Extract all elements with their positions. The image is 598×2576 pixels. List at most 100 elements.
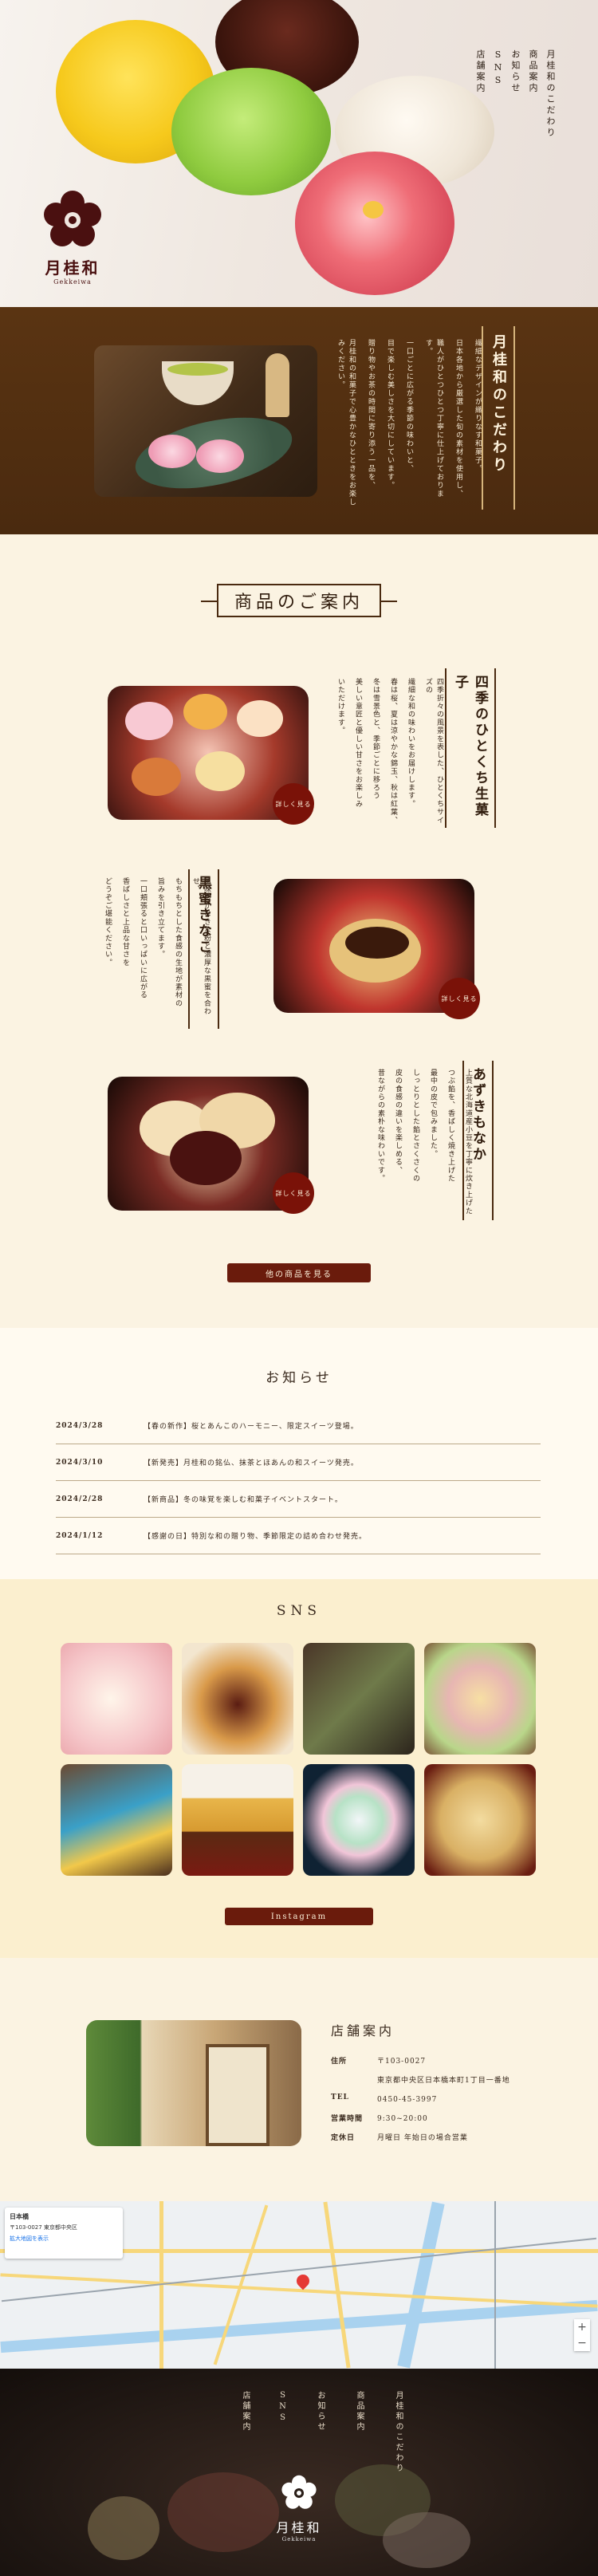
map-river [397,2201,445,2369]
store-value: 東京都中央区日本橋本町1丁目一番地 [377,2077,510,2085]
product-line: 風味豊かなきな粉と濃厚な黒蜜を合わせ、 [191,877,210,1016]
store-label [331,2074,377,2087]
news-item[interactable]: 2024/3/10 【新発売】月桂和の銘仏、抹茶とほあんの和スイーツ発売。 [56,1444,541,1481]
store-value: 月曜日 年始日の場合営業 [377,2134,468,2142]
hero-sweet-green [171,68,331,195]
footer-nav-sns[interactable]: SNS [278,2391,287,2474]
kodawari-line: 贈り物やお茶の時間に寄り添う一品を、 [367,339,375,490]
kodawari-text: 繊細なデザインが織りなす和菓子。 日本各地から厳選した旬の素材を使用し、 職人が… [335,339,483,506]
store-row: 住所 〒103-0027 [331,2055,510,2068]
kodawari-line: 月桂和の和菓子で心豊かなひとときをお楽しみください。 [336,339,356,506]
map-embed[interactable]: 日本橋 〒103-0027 東京都中央区 拡大地図を表示 + − [0,2201,598,2369]
nav-sns[interactable]: SNS [491,49,504,139]
store-row: 営業時間 9:30~20:00 [331,2113,510,2125]
sns-post[interactable] [303,1764,415,1876]
news-heading: お知らせ [266,1370,332,1386]
nav-products[interactable]: 商品案内 [526,49,539,139]
sns-post[interactable] [424,1764,536,1876]
products-heading: 商品のご案内 [201,584,397,617]
store-value: 9:30~20:00 [377,2115,428,2123]
map-card-title: 日本橋 [10,2213,29,2220]
all-products-button[interactable]: 他の商品を見る [227,1263,371,1282]
news-text: 【新発売】月桂和の銘仏、抹茶とほあんの和スイーツ発売。 [144,1459,359,1467]
sns-post[interactable] [61,1643,172,1755]
store-value: 0450-45-3997 [377,2096,438,2104]
kodawari-line: 職人がひとつひとつ丁寧に仕上げております。 [424,339,443,498]
map-larger-link[interactable]: 拡大地図を表示 [10,2235,118,2243]
sns-grid [61,1643,536,1876]
news-date: 2024/1/12 [56,1531,104,1540]
kodawari-title: 月桂和のこだわり [482,326,515,510]
more-button-namagashi[interactable]: 詳しく見る [273,783,314,825]
news-text: 【春の新作】桜とあんこのハーモニー、限定スイーツ登場。 [144,1423,359,1431]
product-line: いただけます。 [336,678,344,735]
zoom-in-button[interactable]: + [574,2319,590,2335]
product-line: 四季折々の風景を表した、ひとくちサイズの [424,678,443,825]
hero-logo[interactable]: 月桂和 Gekkeiwa [38,188,107,286]
footer-nav-kodawari[interactable]: 月桂和のこだわり [392,2391,404,2474]
product-line: 春は桜、夏は涼やかな錦玉、秋は紅葉、 [389,678,397,825]
product-line: 一口頬張ると口いっぱいに広がる [139,877,147,999]
store-heading: 店舗案内 [331,2023,395,2038]
map-pin-icon[interactable] [293,2271,313,2290]
footer-nav-products[interactable]: 商品案内 [353,2391,365,2474]
map-card-address: 〒103-0027 東京都中央区 [10,2224,77,2231]
product-desc-kuromitsu: 風味豊かなきな粉と濃厚な黒蜜を合わせ、 もちもちとした食感の生地が素材の 旨みを… [102,877,212,1029]
news-text: 【感謝の日】特別な和の贈り物、季節限定の詰め合わせ発売。 [144,1533,368,1541]
more-button-monaka[interactable]: 詳しく見る [273,1172,314,1214]
news-item[interactable]: 2024/3/28 【春の新作】桜とあんこのハーモニー、限定スイーツ登場。 [56,1408,541,1444]
logo-roman: Gekkeiwa [53,278,92,286]
footer-logo-name: 月桂和 [276,2520,322,2535]
sns-post[interactable] [182,1764,293,1876]
plum-crest-icon [281,2475,317,2509]
product-line: つぶ餡を、香ばしく焼き上げた [447,1069,454,1183]
kodawari-photo [94,345,317,497]
kodawari-line: 日本各地から厳選した旬の素材を使用し、 [454,339,462,498]
footer-logo[interactable]: 月桂和 Gekkeiwa [269,2474,329,2543]
hero-sweet-pink [295,152,454,295]
store-info: 住所 〒103-0027 東京都中央区日本橋本町1丁目一番地 TEL 0450-… [331,2055,510,2151]
store-row: TEL 0450-45-3997 [331,2093,510,2106]
map-zoom-control: + − [574,2319,590,2351]
nav-store[interactable]: 店舗案内 [474,49,486,139]
footer-nav-store[interactable]: 店舗案内 [239,2391,251,2474]
store-section: 店舗案内 住所 〒103-0027 東京都中央区日本橋本町1丁目一番地 TEL … [0,1958,598,2201]
nav-news[interactable]: お知らせ [509,49,521,139]
store-photo [86,2020,301,2146]
store-label: 営業時間 [331,2115,364,2123]
map-rail [494,2201,496,2369]
product-title-namagashi: 四季のひとくち生菓子 [445,668,496,828]
zoom-out-button[interactable]: − [574,2335,590,2351]
news-date: 2024/2/28 [56,1495,104,1503]
footer: 月桂和のこだわり 商品案内 お知らせ SNS 店舗案内 月桂和 Gekkeiwa [0,2369,598,2576]
news-list: 2024/3/28 【春の新作】桜とあんこのハーモニー、限定スイーツ登場。 20… [56,1408,541,1554]
instagram-button[interactable]: Instagram [225,1908,373,1925]
product-line: 繊細な和の味わいをお届けします。 [407,678,415,809]
news-section: お知らせ 2024/3/28 【春の新作】桜とあんこのハーモニー、限定スイーツ登… [0,1328,598,1579]
product-desc-namagashi: 四季折々の風景を表した、ひとくちサイズの 繊細な和の味わいをお届けします。 春は… [335,678,445,829]
footer-nav-news[interactable]: お知らせ [314,2391,326,2474]
map-river [0,2299,598,2353]
news-item[interactable]: 2024/1/12 【感謝の日】特別な和の贈り物、季節限定の詰め合わせ発売。 [56,1518,541,1554]
sns-post[interactable] [303,1643,415,1755]
more-button-kuromitsu[interactable]: 詳しく見る [439,978,480,1019]
sns-post[interactable] [61,1764,172,1876]
product-line: 冬は雪景色と、季節ごとに移ろう [372,678,380,800]
product-line: 美しい意匠と優しい甘さをお楽しみ [354,678,362,809]
kodawari-line: 目で楽しむ美しさを大切にしています。 [386,339,394,490]
map-road [323,2201,351,2369]
footer-sweet [383,2512,470,2568]
map-info-card: 日本橋 〒103-0027 東京都中央区 拡大地図を表示 [5,2208,123,2259]
logo-name: 月桂和 [45,258,100,278]
sns-post[interactable] [424,1643,536,1755]
sns-post[interactable] [182,1643,293,1755]
nav-kodawari[interactable]: 月桂和のこだわり [544,49,557,139]
news-item[interactable]: 2024/2/28 【新商品】冬の味覚を楽しむ和菓子イベントスタート。 [56,1481,541,1518]
news-text: 【新商品】冬の味覚を楽しむ和菓子イベントスタート。 [144,1496,343,1504]
footer-sweet [88,2496,159,2560]
store-label: 住所 [331,2058,348,2066]
product-line: どうぞご堪能ください。 [104,877,112,967]
product-line: 最中の皮で包みました。 [429,1069,437,1159]
product-line: 皮の食感の違いを楽しめる、 [394,1069,402,1175]
store-value: 〒103-0027 [377,2058,427,2066]
